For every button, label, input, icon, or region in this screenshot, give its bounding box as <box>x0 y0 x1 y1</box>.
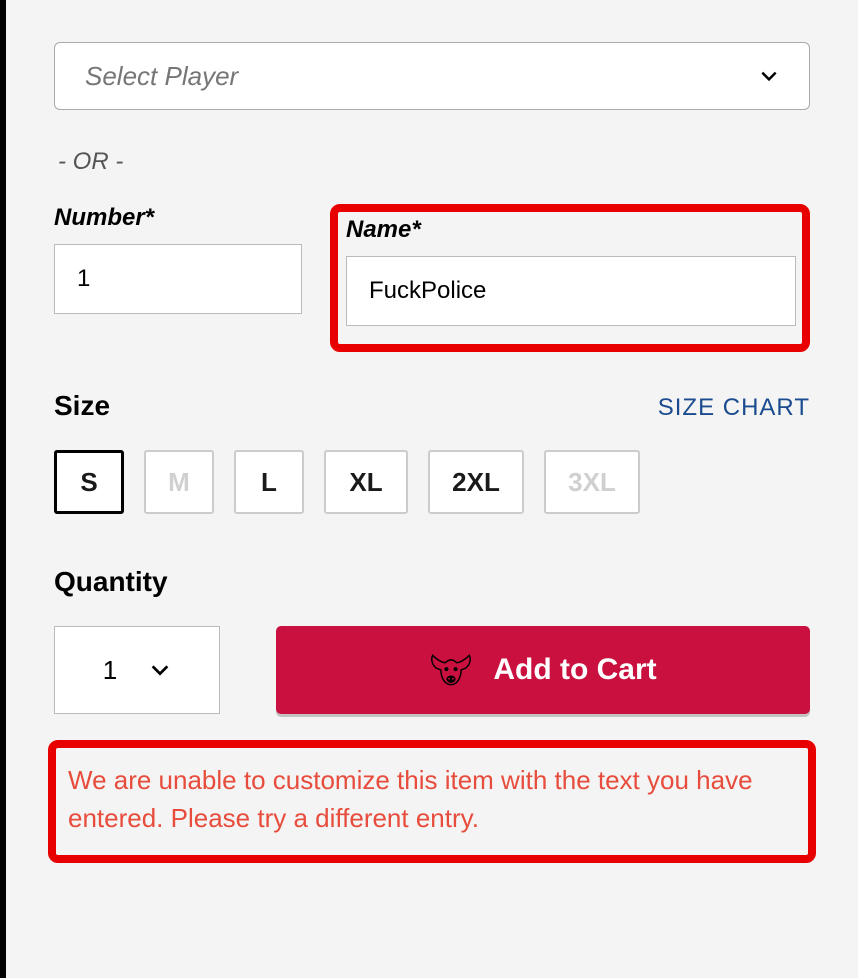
add-to-cart-label: Add to Cart <box>493 653 656 687</box>
size-option-3xl: 3XL <box>544 450 640 514</box>
error-message: We are unable to customize this item wit… <box>48 740 816 863</box>
quantity-select[interactable]: 1 <box>54 626 220 714</box>
bull-icon <box>429 650 473 690</box>
quantity-label: Quantity <box>54 566 810 598</box>
number-input[interactable] <box>54 244 302 314</box>
or-divider: - OR - <box>58 148 806 176</box>
size-option-m: M <box>144 450 214 514</box>
quantity-value: 1 <box>103 655 117 686</box>
name-field-highlight: Name* <box>330 204 810 352</box>
chevron-down-icon <box>149 659 171 681</box>
size-chart-link[interactable]: SIZE CHART <box>658 394 810 422</box>
name-input[interactable] <box>346 256 796 326</box>
size-label: Size <box>54 390 110 422</box>
chevron-down-icon <box>759 66 779 86</box>
size-option-l[interactable]: L <box>234 450 304 514</box>
number-label: Number* <box>54 204 312 232</box>
select-player-dropdown[interactable]: Select Player <box>54 42 810 110</box>
size-option-s[interactable]: S <box>54 450 124 514</box>
name-label: Name* <box>346 216 796 244</box>
size-option-2xl[interactable]: 2XL <box>428 450 524 514</box>
add-to-cart-button[interactable]: Add to Cart <box>276 626 810 714</box>
size-option-xl[interactable]: XL <box>324 450 408 514</box>
select-player-placeholder: Select Player <box>85 61 238 92</box>
